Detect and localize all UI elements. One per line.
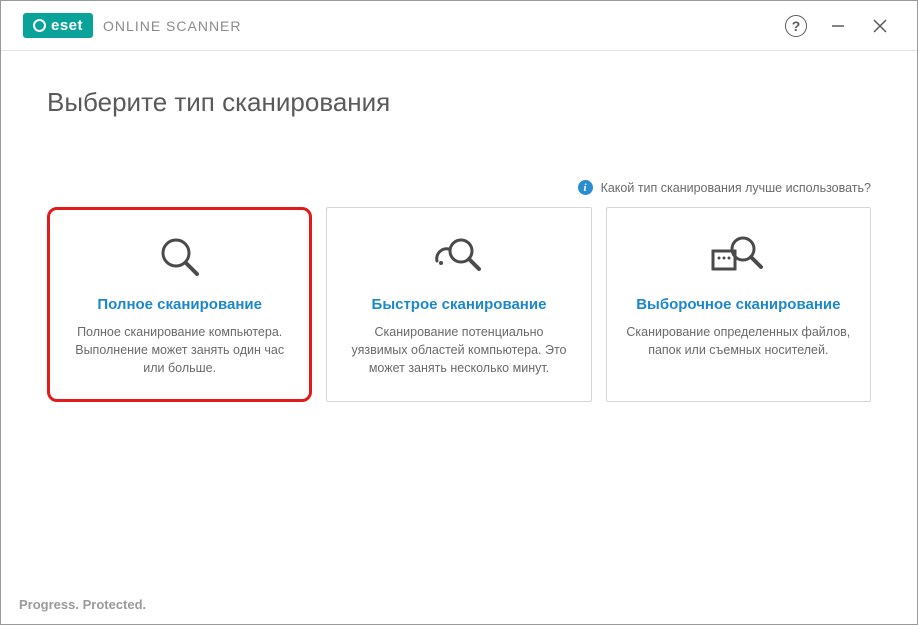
magnifier-list-icon [710, 233, 766, 281]
close-button[interactable] [859, 6, 901, 46]
full-scan-icon [60, 230, 299, 284]
info-hint-row[interactable]: i Какой тип сканирования лучше использов… [47, 180, 871, 195]
magnifier-speed-icon [431, 233, 487, 281]
titlebar: eset ONLINE SCANNER ? [1, 1, 917, 51]
minimize-icon [830, 18, 846, 34]
content-area: Выберите тип сканирования i Какой тип ск… [1, 51, 917, 402]
help-button[interactable]: ? [775, 6, 817, 46]
help-icon: ? [785, 15, 807, 37]
app-window: eset ONLINE SCANNER ? Выберите тип скани… [0, 0, 918, 625]
page-title: Выберите тип сканирования [47, 87, 871, 118]
footer-tagline: Progress. Protected. [19, 597, 146, 612]
custom-scan-card[interactable]: Выборочное сканирование Сканирование опр… [606, 207, 871, 402]
custom-scan-icon [619, 230, 858, 284]
logo-ring-icon [33, 19, 46, 32]
full-scan-title: Полное сканирование [60, 296, 299, 313]
quick-scan-card[interactable]: Быстрое сканирование Сканирование потенц… [326, 207, 591, 402]
close-icon [872, 18, 888, 34]
full-scan-card[interactable]: Полное сканирование Полное сканирование … [47, 207, 312, 402]
minimize-button[interactable] [817, 6, 859, 46]
info-hint-text: Какой тип сканирования лучше использоват… [601, 181, 871, 195]
quick-scan-desc: Сканирование потенциально уязвимых облас… [339, 323, 578, 377]
custom-scan-desc: Сканирование определенных файлов, папок … [619, 323, 858, 359]
product-name: ONLINE SCANNER [103, 18, 241, 34]
info-icon: i [578, 180, 593, 195]
brand-logo: eset [23, 13, 93, 38]
full-scan-desc: Полное сканирование компьютера. Выполнен… [60, 323, 299, 377]
magnifier-icon [156, 233, 204, 281]
custom-scan-title: Выборочное сканирование [619, 296, 858, 313]
scan-cards: Полное сканирование Полное сканирование … [47, 207, 871, 402]
quick-scan-title: Быстрое сканирование [339, 296, 578, 313]
quick-scan-icon [339, 230, 578, 284]
brand-text: eset [51, 17, 83, 34]
